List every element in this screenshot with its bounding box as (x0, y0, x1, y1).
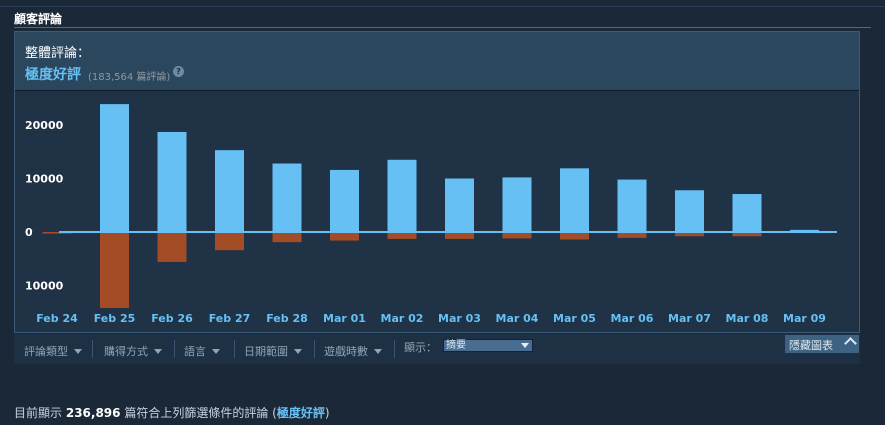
positive-review-bar[interactable] (272, 163, 302, 232)
x-tick-label: Feb 24 (36, 312, 78, 325)
negative-review-bar[interactable] (387, 232, 417, 239)
positive-review-bar[interactable] (445, 178, 474, 233)
overall-rating[interactable]: 極度好評 (25, 64, 81, 84)
chevron-down-icon (521, 343, 529, 348)
x-tick-label: Feb 28 (266, 312, 308, 325)
chevron-down-icon (212, 348, 220, 354)
footer-middle: 篇符合上列篩選條件的評論 ( (124, 406, 277, 420)
negative-review-bar[interactable] (330, 232, 359, 241)
chevron-up-icon (844, 337, 857, 350)
x-tick-label: Mar 03 (438, 312, 481, 325)
help-icon[interactable]: ? (173, 66, 184, 77)
footer-suffix: ) (324, 406, 330, 420)
positive-review-bar[interactable] (617, 179, 647, 232)
x-tick-label: Mar 01 (323, 312, 366, 325)
chevron-down-icon (154, 348, 162, 354)
x-tick-label: Feb 26 (151, 312, 193, 325)
overall-reviews-heading: 整體評論： (25, 46, 91, 61)
positive-review-bar[interactable] (732, 194, 762, 232)
filtered-rating[interactable]: 極度好評 (277, 406, 325, 420)
filter-playtime[interactable]: 遊戲時數 (324, 343, 382, 359)
x-tick-label: Mar 09 (783, 312, 826, 325)
hide-chart-button[interactable]: 隱藏圖表 (785, 335, 859, 353)
filter-date-range[interactable]: 日期範圍 (244, 343, 302, 359)
filter-playtime-label: 遊戲時數 (324, 345, 368, 358)
filter-separator (174, 340, 175, 358)
filter-language[interactable]: 語言 (184, 343, 220, 359)
filter-bar: 評論類型 購得方式 語言 日期範圍 遊戲時數 顯示： 摘要 隱藏圖表 (14, 334, 860, 364)
hide-chart-label: 隱藏圖表 (789, 339, 833, 352)
negative-review-bar[interactable] (560, 232, 589, 240)
filter-language-label: 語言 (184, 345, 206, 358)
negative-review-bar[interactable] (157, 232, 187, 262)
positive-review-bar[interactable] (157, 131, 187, 232)
filter-separator (234, 340, 235, 358)
filter-separator (92, 340, 93, 358)
chevron-down-icon (374, 348, 382, 354)
y-tick-label: 0 (25, 226, 33, 239)
negative-review-bar[interactable] (272, 232, 302, 243)
positive-review-bar[interactable] (330, 169, 359, 232)
review-summary-panel: 整體評論： 極度好評 (183,564 篇評論) ? 20000 10000 0 10… (14, 31, 860, 333)
display-select-value: 摘要 (446, 340, 466, 351)
filter-review-type[interactable]: 評論類型 (24, 343, 82, 359)
y-tick-label: 10000 (25, 280, 64, 293)
x-tick-label: Mar 04 (496, 312, 539, 325)
positive-review-bar[interactable] (100, 104, 129, 232)
x-tick-label: Mar 07 (668, 312, 711, 325)
display-select[interactable]: 摘要 (443, 339, 533, 352)
filter-separator (394, 340, 395, 358)
filter-purchase-type[interactable]: 購得方式 (104, 343, 162, 359)
x-tick-label: Mar 05 (553, 312, 596, 325)
negative-review-bar[interactable] (100, 232, 129, 308)
y-tick-label: 10000 (25, 173, 64, 186)
y-tick-label: 20000 (25, 119, 64, 132)
x-tick-label: Mar 02 (381, 312, 424, 325)
x-tick-label: Mar 06 (611, 312, 654, 325)
filter-separator (314, 340, 315, 358)
positive-review-bar[interactable] (675, 190, 704, 232)
footer-prefix: 目前顯示 (14, 406, 63, 420)
filter-review-type-label: 評論類型 (24, 345, 68, 358)
display-label: 顯示： (404, 341, 437, 354)
positive-review-bar[interactable] (215, 150, 244, 232)
x-tick-label: Mar 08 (726, 312, 769, 325)
positive-review-bar[interactable] (387, 159, 417, 232)
x-tick-label: Feb 25 (94, 312, 136, 325)
review-count: (183,564 篇評論) (88, 72, 171, 83)
section-title: 顧客評論 (14, 12, 63, 26)
top-rule (0, 6, 885, 7)
positive-review-bar[interactable] (560, 168, 589, 232)
section-divider (14, 27, 871, 28)
negative-review-bar[interactable] (215, 232, 244, 251)
x-tick-label: Feb 27 (209, 312, 251, 325)
filtered-review-count: 236,896 (65, 406, 121, 420)
filter-purchase-type-label: 購得方式 (104, 345, 148, 358)
chevron-down-icon (294, 348, 302, 354)
chevron-down-icon (74, 348, 82, 354)
positive-review-bar[interactable] (502, 177, 532, 232)
filter-date-range-label: 日期範圍 (244, 345, 288, 358)
negative-review-bar[interactable] (445, 232, 474, 239)
review-histogram-chart[interactable]: 20000 10000 0 10000 Feb 24 Feb 25 Feb 26 Feb 27… (15, 91, 859, 332)
filtered-review-summary: 目前顯示 236,896 篇符合上列篩選條件的評論 (極度好評) (14, 404, 330, 421)
